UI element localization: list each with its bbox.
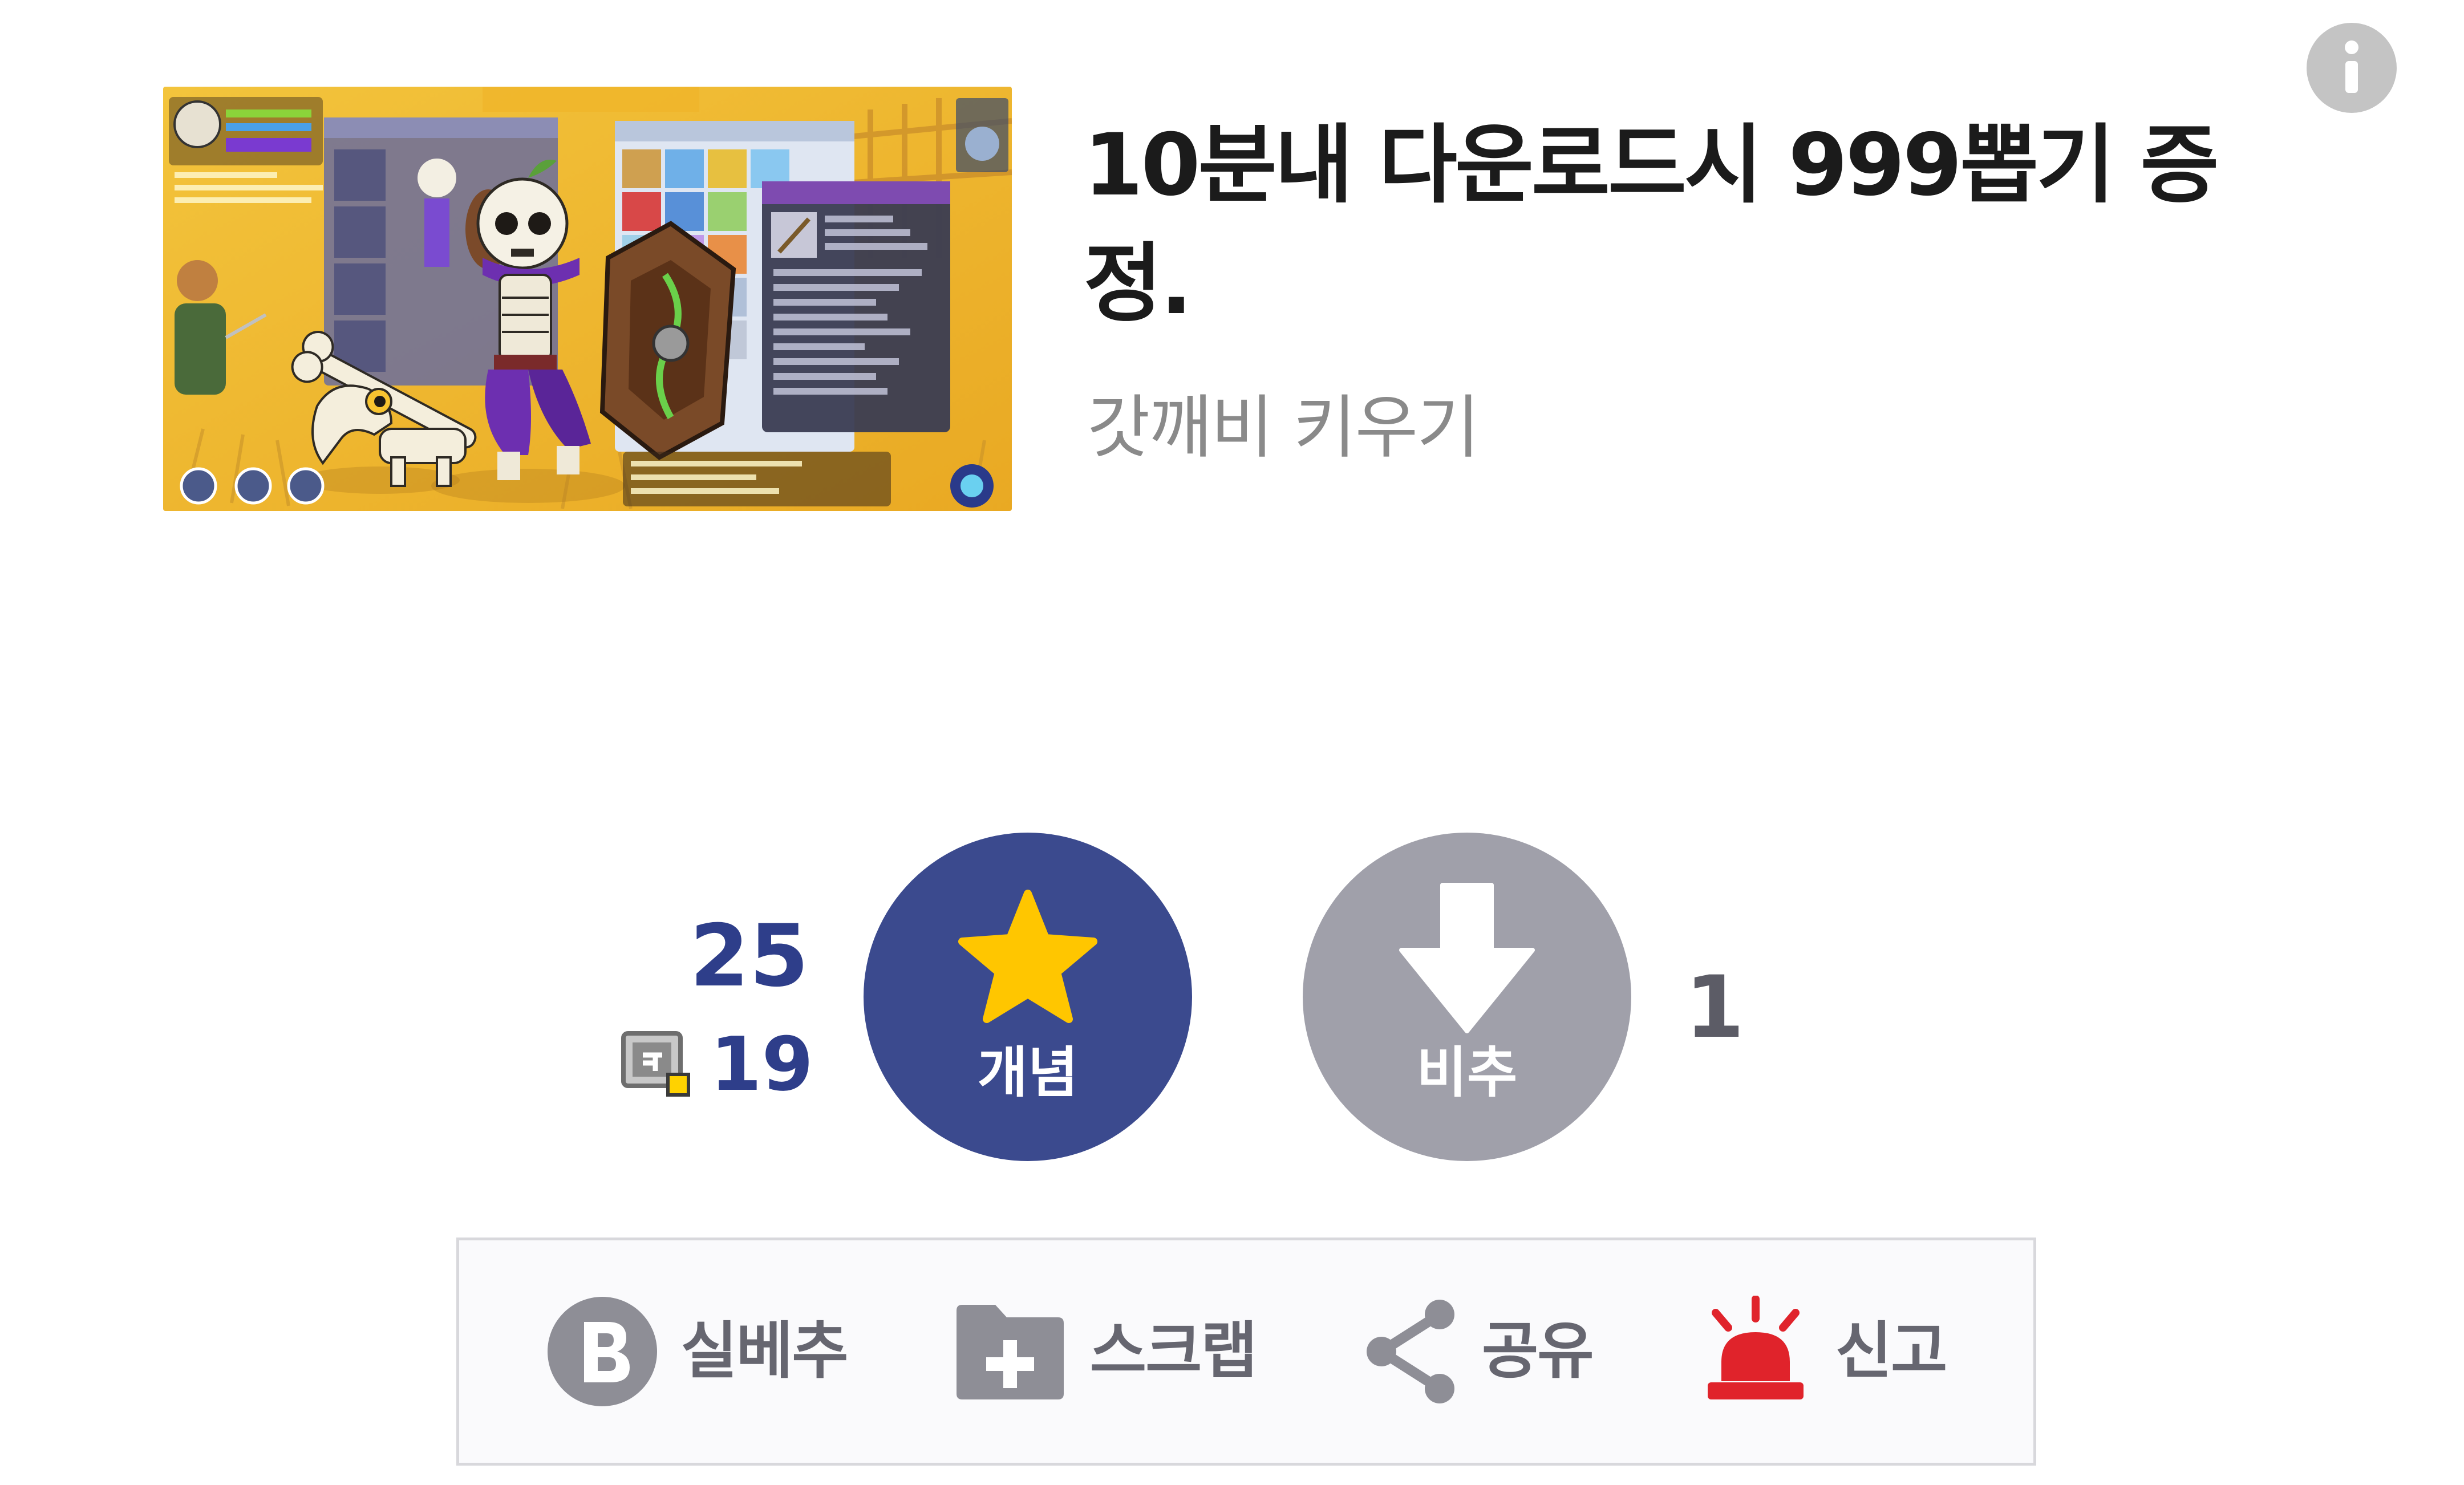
post-subtitle: 갓깨비 키우기 [1087, 388, 1480, 468]
fixed-nickname-count: 19 [710, 1021, 813, 1107]
best-recommend-label: 실베추 [680, 1316, 849, 1387]
post-thumbnail[interactable] [163, 87, 1012, 511]
downvote-button[interactable]: 비추 [1303, 833, 1631, 1161]
post-title: 10분내 다운로드시 999뽑기 증정. [1084, 116, 2219, 334]
share-button[interactable]: 공유 [1351, 1289, 1604, 1414]
siren-icon [1699, 1296, 1813, 1407]
b-circle-icon [546, 1296, 658, 1407]
info-icon[interactable] [2307, 23, 2397, 113]
scrap-button[interactable]: 스크랩 [942, 1289, 1268, 1414]
share-icon [1362, 1297, 1459, 1406]
upvote-count: 25 [690, 907, 809, 1006]
report-button[interactable]: 신고 [1687, 1289, 1958, 1414]
folder-plus-icon [953, 1303, 1067, 1401]
upvote-label: 개념 [977, 1041, 1079, 1105]
share-label: 공유 [1481, 1316, 1594, 1387]
fixed-nickname-upvotes: 19 [621, 1019, 813, 1110]
downvote-count: 1 [1685, 958, 1745, 1057]
star-icon [957, 882, 1099, 1036]
scrap-label: 스크랩 [1089, 1316, 1258, 1387]
report-label: 신고 [1835, 1316, 1948, 1387]
upvote-button[interactable]: 개념 [864, 833, 1192, 1161]
fixed-nickname-icon [620, 1028, 691, 1101]
post-action-bar: 실베추 스크랩 공유 신고 [456, 1238, 2036, 1466]
downvote-label: 비추 [1416, 1041, 1518, 1105]
arrow-down-icon [1396, 882, 1538, 1036]
best-recommend-button[interactable]: 실베추 [535, 1289, 859, 1414]
